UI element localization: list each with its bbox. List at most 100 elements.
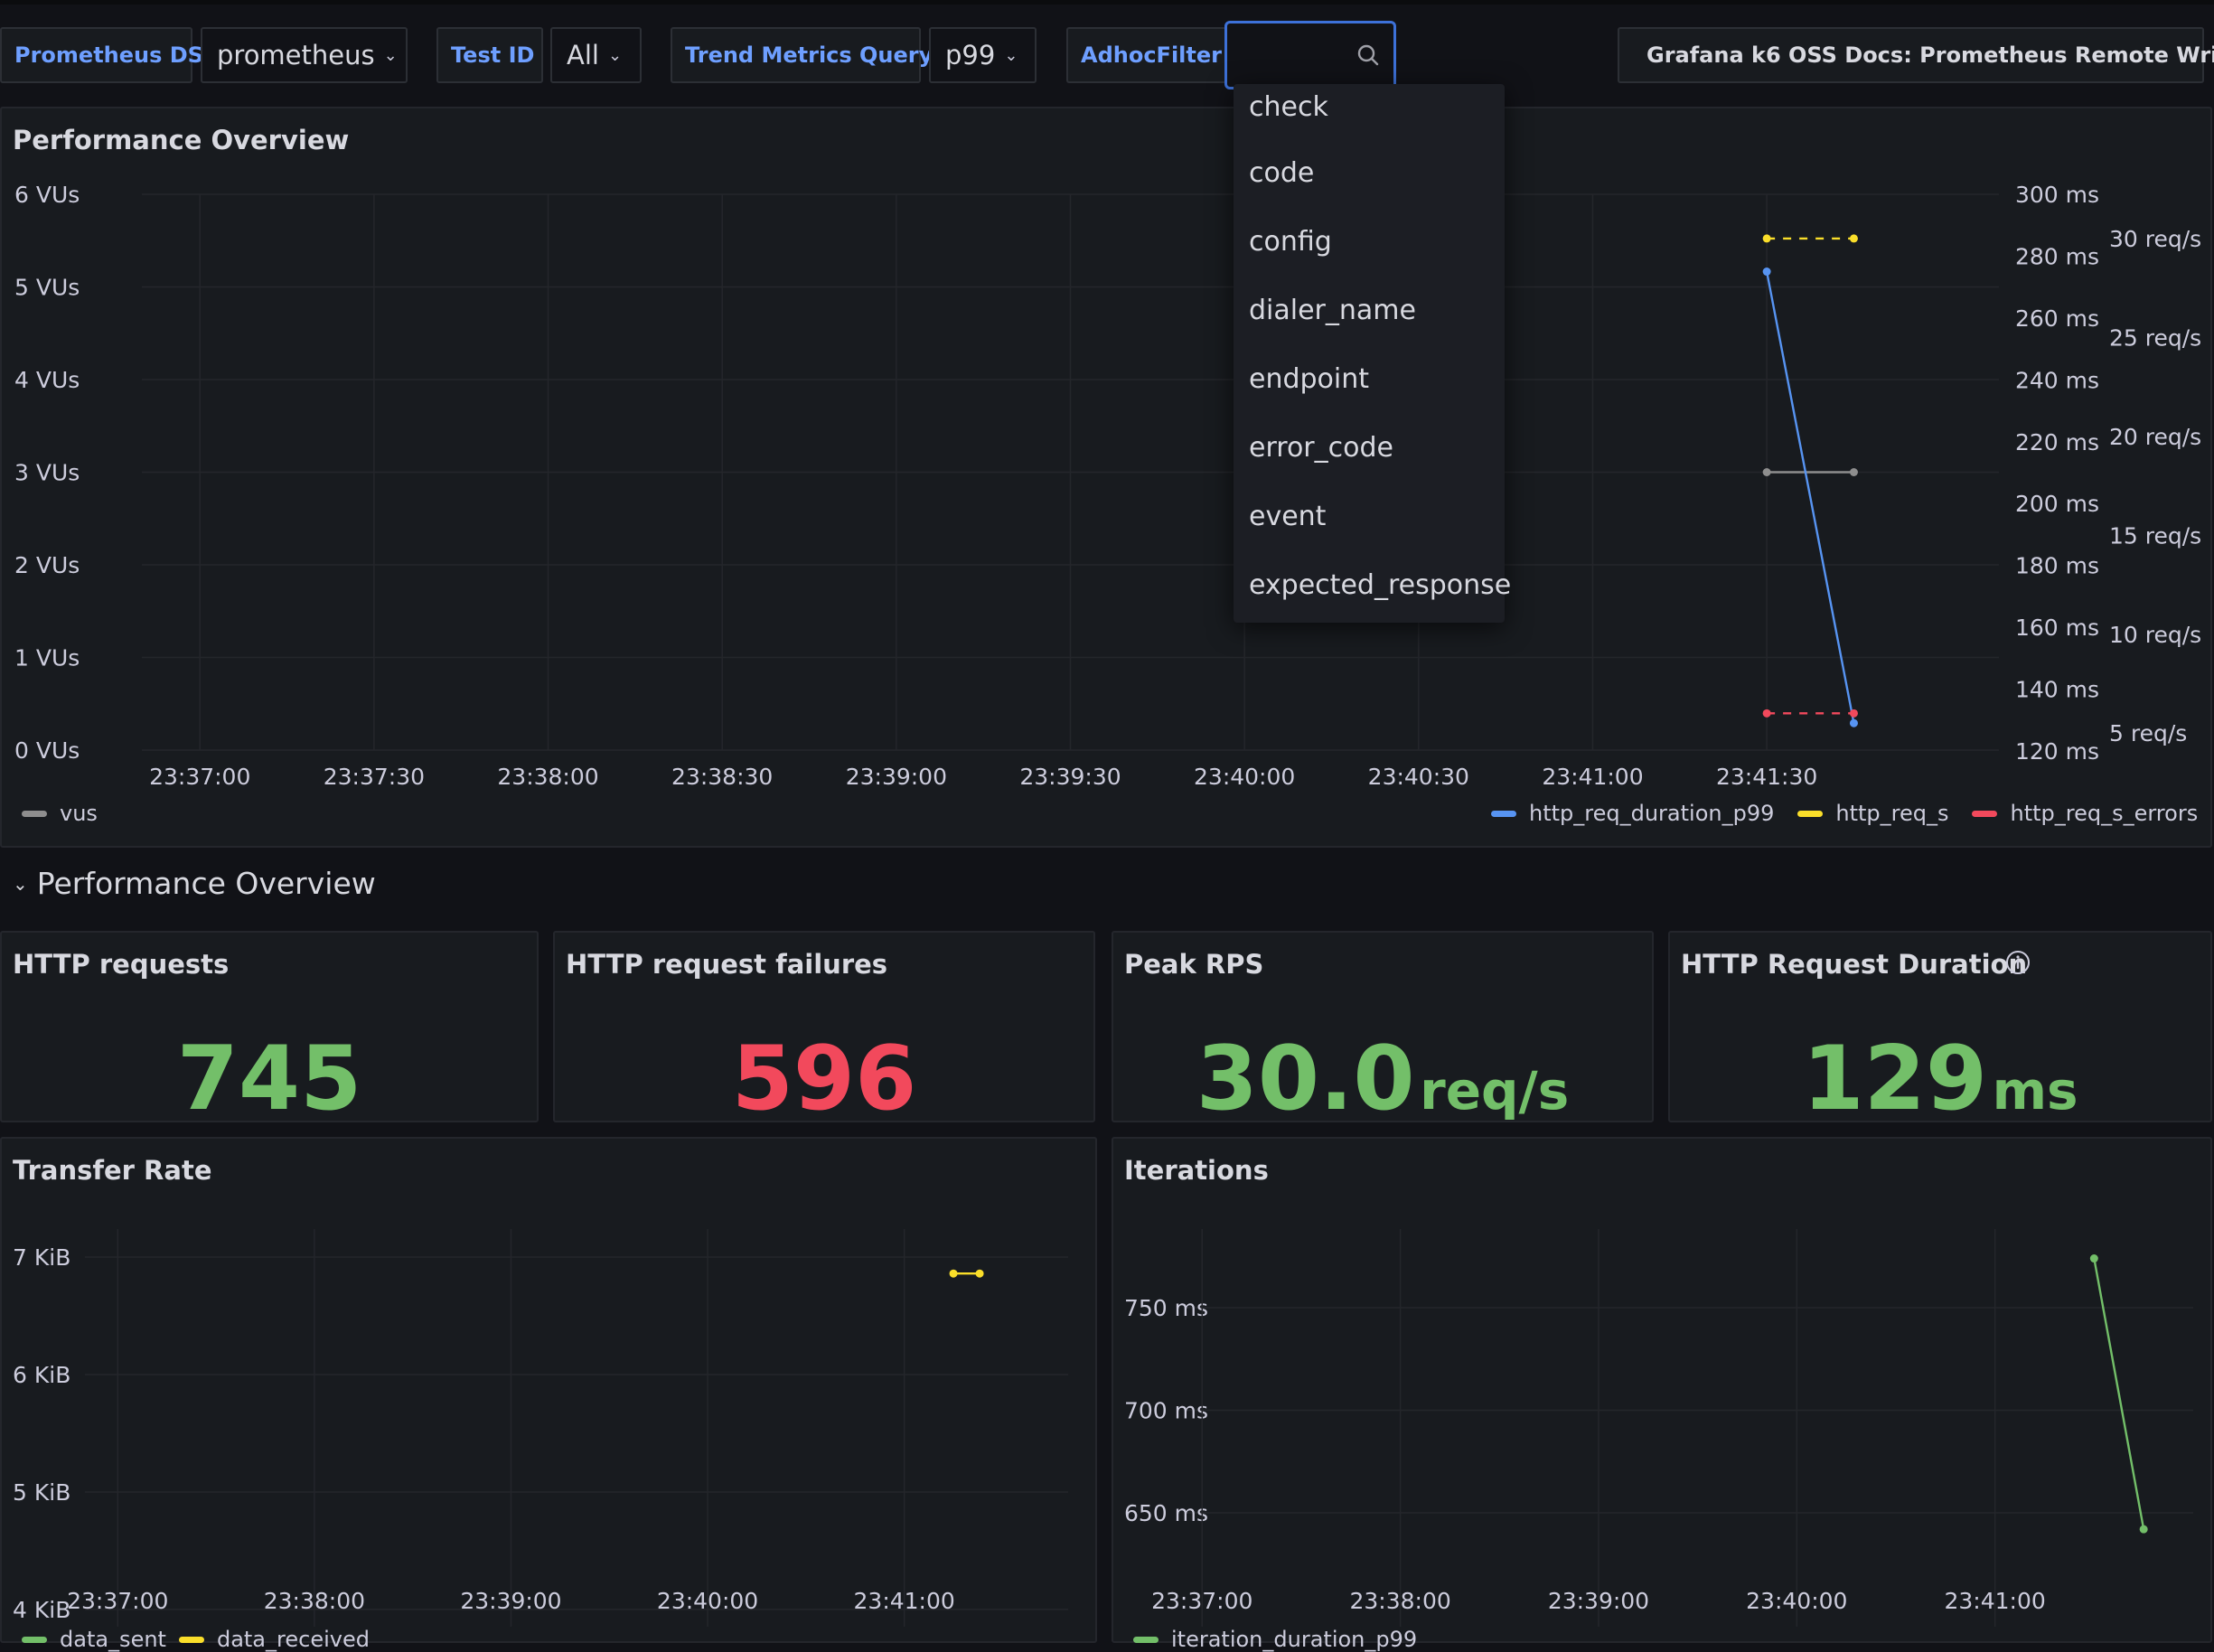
x-tick-label: 23:40:00: [1746, 1588, 1847, 1614]
adhoc-filter-dropdown: check code config dialer_name endpoint error_…: [1234, 84, 1511, 623]
y-tick-label-rps: 15 req/s: [2109, 522, 2201, 549]
dropdown-option-endpoint[interactable]: endpoint: [1234, 344, 1505, 413]
stat-value: 745: [2, 1028, 537, 1131]
x-tick-label: 23:38:30: [671, 764, 773, 790]
y-tick-label-rps: 20 req/s: [2109, 424, 2201, 450]
data-point-http-req-s: [1849, 234, 1858, 243]
x-tick-label: 23:40:00: [1194, 764, 1295, 790]
dropdown-option-check[interactable]: check: [1234, 84, 1505, 138]
data-point-data-received: [949, 1269, 958, 1278]
y-tick-label-vus: 6 VUs: [14, 182, 80, 208]
legend-swatch: [1972, 810, 1998, 817]
y-tick-label: 7 KiB: [13, 1244, 70, 1271]
series-line-http-req-duration-p99: [1765, 271, 1855, 724]
y-tick-label-ms: 120 ms: [2015, 738, 2099, 765]
y-tick-label-ms: 280 ms: [2015, 243, 2099, 269]
y-tick-label-rps: 5 req/s: [2109, 720, 2187, 746]
adhoc-filter-input[interactable]: [1224, 21, 1396, 89]
stat-number: 745: [176, 1028, 362, 1131]
y-tick-label: 6 KiB: [13, 1362, 70, 1388]
datasource-variable-label: Prometheus DS: [0, 27, 203, 83]
legend-right: http_req_duration_p99 http_req_s http_re…: [1491, 801, 2198, 826]
y-tick-label-vus: 0 VUs: [14, 737, 80, 764]
y-tick-label-vus: 3 VUs: [14, 460, 80, 486]
y-tick-label-ms: 260 ms: [2015, 305, 2099, 332]
data-point-http-req-s-errors: [1762, 709, 1771, 718]
search-icon: [1357, 44, 1379, 66]
trend-variable-label: Trend Metrics Query: [671, 27, 933, 83]
dropdown-option-config[interactable]: config: [1234, 207, 1505, 276]
legend-label: vus: [60, 801, 98, 826]
row-header[interactable]: ⌄ Performance Overview: [13, 866, 376, 901]
legend-label: http_req_s_errors: [2010, 801, 2199, 826]
data-point-http-req-duration-p99: [1849, 718, 1858, 727]
legend-swatch: [1133, 1636, 1159, 1643]
y-tick-label-rps: 10 req/s: [2109, 622, 2201, 648]
row-title: Performance Overview: [36, 866, 376, 901]
datasource-select[interactable]: prometheus ⌄: [201, 27, 408, 83]
stat-title: HTTP Request Duration: [1681, 949, 2028, 980]
dropdown-option-code[interactable]: code: [1234, 138, 1505, 207]
performance-overview-panel: Performance Overview 0 VUs 1 VUs 2 VUs 3 VU…: [0, 107, 2212, 848]
x-tick-label: 23:40:30: [1368, 764, 1469, 790]
info-icon[interactable]: [2004, 949, 2031, 976]
dropdown-option-event[interactable]: event: [1234, 482, 1505, 550]
dropdown-option-dialer-name[interactable]: dialer_name: [1234, 276, 1505, 344]
y-tick-label-vus: 5 VUs: [14, 275, 80, 301]
x-tick-label: 23:38:00: [1349, 1588, 1450, 1614]
iterations-panel: Iterations 650 ms 700 ms 750 ms 23:37:00 23:…: [1112, 1137, 2212, 1652]
series-line-iteration-duration-p99: [2093, 1258, 2145, 1530]
legend-item-data-received[interactable]: data_received: [178, 1627, 370, 1652]
legend-item-iteration-duration-p99[interactable]: iteration_duration_p99: [1133, 1627, 1417, 1652]
y-tick-label: 750 ms: [1124, 1295, 1208, 1321]
x-tick-label: 23:41:00: [1542, 764, 1643, 790]
x-tick-label: 23:39:00: [846, 764, 947, 790]
legend-item-http-req-duration-p99[interactable]: http_req_duration_p99: [1491, 801, 1774, 826]
x-tick-label: 23:39:00: [1548, 1588, 1649, 1614]
stat-number: 596: [731, 1028, 917, 1131]
legend-swatch: [1797, 810, 1824, 817]
stat-panel-peak-rps: Peak RPS 30.0 req/s: [1112, 931, 1654, 1131]
dropdown-option-error-code[interactable]: error_code: [1234, 413, 1505, 482]
legend-left: vus: [22, 801, 98, 826]
x-tick-label: 23:37:00: [67, 1588, 168, 1614]
y-tick-label-ms: 300 ms: [2015, 182, 2099, 208]
transfer-rate-chart: 4 KiB 5 KiB 6 KiB 7 KiB 23:37:00 23:38:00 23:3…: [13, 1229, 1068, 1627]
stat-value: 596: [555, 1028, 1093, 1131]
y-tick-label: 4 KiB: [13, 1597, 70, 1623]
legend-swatch: [22, 810, 47, 817]
dropdown-option-expected-response[interactable]: expected_response: [1234, 550, 1511, 619]
y-tick-label-vus: 1 VUs: [14, 645, 80, 671]
y-tick-label-rps: 25 req/s: [2109, 324, 2201, 351]
y-tick-label-ms: 240 ms: [2015, 367, 2099, 393]
legend-item-data-sent[interactable]: data_sent: [22, 1627, 166, 1652]
x-tick-label: 23:40:00: [657, 1588, 758, 1614]
top-edge: [0, 0, 2214, 5]
legend-swatch: [1491, 810, 1516, 817]
legend-item-http-req-s-errors[interactable]: http_req_s_errors: [1972, 801, 2198, 826]
data-point-http-req-s-errors: [1849, 709, 1858, 718]
x-tick-label: 23:41:30: [1716, 764, 1817, 790]
data-point-data-received: [975, 1269, 984, 1278]
stat-panel-http-requests: HTTP requests 745: [0, 931, 539, 1131]
data-point-iteration-duration-p99: [2089, 1254, 2098, 1263]
testid-select[interactable]: All ⌄: [550, 27, 642, 83]
x-tick-label: 23:37:30: [324, 764, 425, 790]
chevron-down-icon: ⌄: [607, 45, 623, 65]
stat-panel-http-request-duration: HTTP Request Duration 129 ms: [1668, 931, 2212, 1131]
trend-select[interactable]: p99 ⌄: [929, 27, 1037, 83]
transfer-rate-panel: Transfer Rate 4 KiB 5 KiB 6 KiB 7 KiB 23:37:…: [0, 1137, 1097, 1652]
x-tick-label: 23:39:00: [460, 1588, 561, 1614]
y-tick-label-ms: 220 ms: [2015, 429, 2099, 455]
stat-value: 30.0 req/s: [1113, 1028, 1652, 1131]
legend-item-http-req-s[interactable]: http_req_s: [1797, 801, 1948, 826]
y-tick-label: 5 KiB: [13, 1479, 70, 1506]
docs-link-button[interactable]: Grafana k6 OSS Docs: Prometheus Remote W…: [1618, 27, 2214, 83]
legend-item-vus[interactable]: vus: [22, 801, 98, 826]
x-tick-label: 23:38:00: [264, 1588, 365, 1614]
x-tick-label: 23:38:00: [497, 764, 598, 790]
legend: iteration_duration_p99: [1133, 1627, 1417, 1652]
chevron-down-icon: ⌄: [13, 872, 28, 895]
testid-variable-label: Test ID: [436, 27, 543, 83]
y-tick-label-vus: 2 VUs: [14, 552, 80, 578]
